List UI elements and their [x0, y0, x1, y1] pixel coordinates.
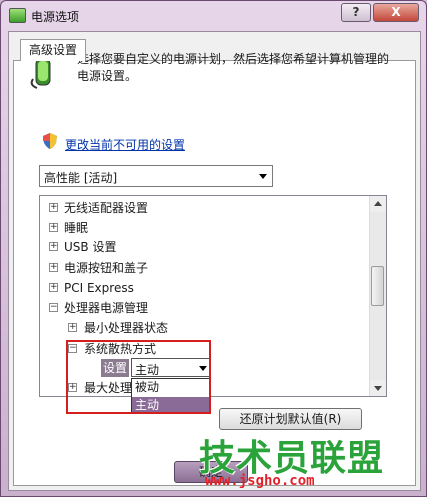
- tree-scrollbar[interactable]: [369, 196, 386, 396]
- tree-item-label: 电源按钮和盖子: [64, 261, 149, 275]
- change-unavailable-settings-link[interactable]: 更改当前不可用的设置: [65, 136, 185, 153]
- title-bar[interactable]: 电源选项 ? X: [1, 1, 426, 29]
- collapse-icon[interactable]: −: [49, 303, 58, 312]
- expand-icon[interactable]: +: [49, 283, 58, 292]
- scroll-up-icon[interactable]: [370, 196, 386, 212]
- power-options-window: 电源选项 ? X 高级设置 选择您要自定义的电源计划，然后选择您希望计算机管理的…: [0, 0, 427, 497]
- expand-icon[interactable]: +: [49, 263, 58, 272]
- scroll-down-icon[interactable]: [370, 380, 386, 396]
- power-plan-value: 高性能 [活动]: [44, 171, 118, 185]
- chevron-down-icon: [259, 174, 267, 179]
- tree-item-label: USB 设置: [64, 240, 117, 254]
- tab-advanced-settings[interactable]: 高级设置: [20, 39, 86, 61]
- tree-item-label: 无线适配器设置: [64, 201, 149, 215]
- shield-icon: [43, 133, 57, 149]
- tree-item-label: PCI Express: [64, 281, 134, 295]
- close-button[interactable]: X: [373, 3, 419, 22]
- tree-item-label: 处理器电源管理: [64, 301, 149, 315]
- window-title: 电源选项: [31, 10, 80, 24]
- watermark-url: www.jsgho.com: [205, 473, 315, 489]
- battery-icon: [9, 8, 26, 23]
- tree-item-label: 睡眠: [64, 221, 89, 235]
- expand-icon[interactable]: +: [68, 323, 77, 332]
- restore-defaults-button[interactable]: 还原计划默认值(R): [219, 408, 362, 430]
- watermark-logo: 技术员联盟 www.jsgho.com: [199, 429, 421, 491]
- help-button[interactable]: ?: [341, 3, 371, 22]
- expand-icon[interactable]: +: [49, 223, 58, 232]
- power-plan-select[interactable]: 高性能 [活动]: [39, 165, 273, 187]
- expand-icon[interactable]: +: [49, 242, 58, 251]
- tree-item-label: 最小处理器状态: [84, 321, 169, 335]
- expand-icon[interactable]: +: [49, 203, 58, 212]
- highlight-box: [66, 340, 211, 414]
- scroll-thumb[interactable]: [371, 266, 384, 306]
- intro-text: 选择您要自定义的电源计划，然后选择您希望计算机管理的电源设置。: [77, 52, 390, 83]
